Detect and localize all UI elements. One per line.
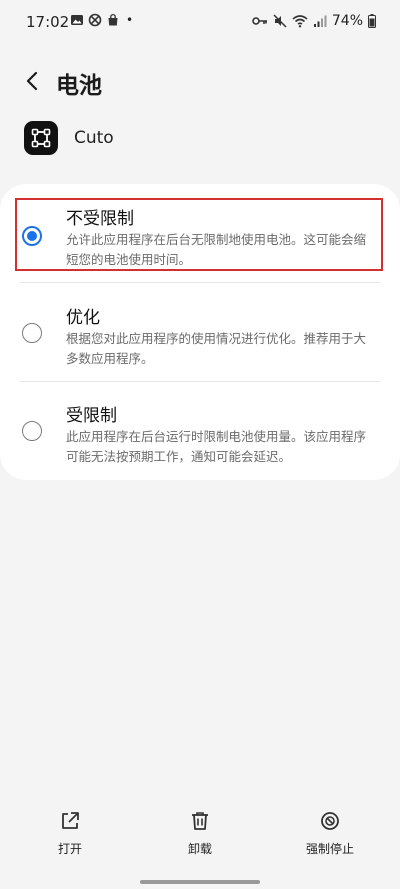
battery-icon (368, 14, 376, 28)
status-time: 17:02 (26, 13, 70, 31)
chevron-left-icon (26, 71, 38, 91)
open-external-icon (62, 812, 79, 829)
status-left-icons: • (70, 13, 133, 27)
block-icon (321, 812, 339, 830)
mute-icon (273, 14, 287, 28)
status-bar: 17:02 • 74% (0, 0, 400, 44)
shopping-bag-icon (108, 13, 118, 26)
open-label: 打开 (57, 842, 82, 856)
option-restricted[interactable]: 受限制 此应用程序在后台运行时限制电池使用量。该应用程序可能无法按预期工作，通知… (0, 401, 400, 477)
trash-icon (192, 812, 208, 830)
option-description: 此应用程序在后台运行时限制电池使用量。该应用程序可能无法按预期工作，通知可能会延… (66, 429, 367, 464)
battery-percent: 74% (331, 13, 363, 29)
key-icon (252, 17, 267, 25)
wifi-icon (292, 15, 308, 28)
force-stop-label: 强制停止 (305, 842, 354, 856)
crop-frame-icon (31, 128, 51, 148)
divider (20, 282, 380, 283)
radio-optimized[interactable] (22, 323, 42, 343)
divider (20, 381, 380, 382)
force-stop-button[interactable]: 强制停止 (280, 810, 380, 857)
status-right-icons: 74% (252, 13, 376, 29)
option-title: 优化 (66, 308, 100, 328)
uninstall-button[interactable]: 卸载 (150, 810, 250, 857)
gallery-icon (71, 15, 83, 25)
page-title: 电池 (56, 73, 102, 99)
radio-restricted[interactable] (22, 421, 42, 441)
blocked-icon (88, 13, 102, 27)
signal-icon (313, 15, 327, 27)
option-title: 受限制 (66, 406, 117, 426)
option-description: 根据您对此应用程序的使用情况进行优化。推荐用于大多数应用程序。 (66, 331, 367, 366)
header: 电池 (0, 60, 400, 104)
highlight-box (15, 198, 383, 271)
back-button[interactable] (20, 68, 46, 94)
navigation-handle[interactable] (140, 880, 260, 884)
screen: 17:02 • 74% 电池 Cuto 不受限制 允许此应用程序在后台无限制地使… (0, 0, 400, 889)
uninstall-label: 卸载 (187, 842, 212, 856)
app-icon (24, 121, 58, 155)
option-optimized[interactable]: 优化 根据您对此应用程序的使用情况进行优化。推荐用于大多数应用程序。 (0, 303, 400, 379)
open-button[interactable]: 打开 (20, 810, 120, 857)
app-name: Cuto (74, 128, 114, 148)
notification-dot: • (126, 13, 134, 27)
app-info: Cuto (24, 118, 114, 158)
bottom-action-bar: 打开 卸载 强制停止 (0, 810, 400, 880)
